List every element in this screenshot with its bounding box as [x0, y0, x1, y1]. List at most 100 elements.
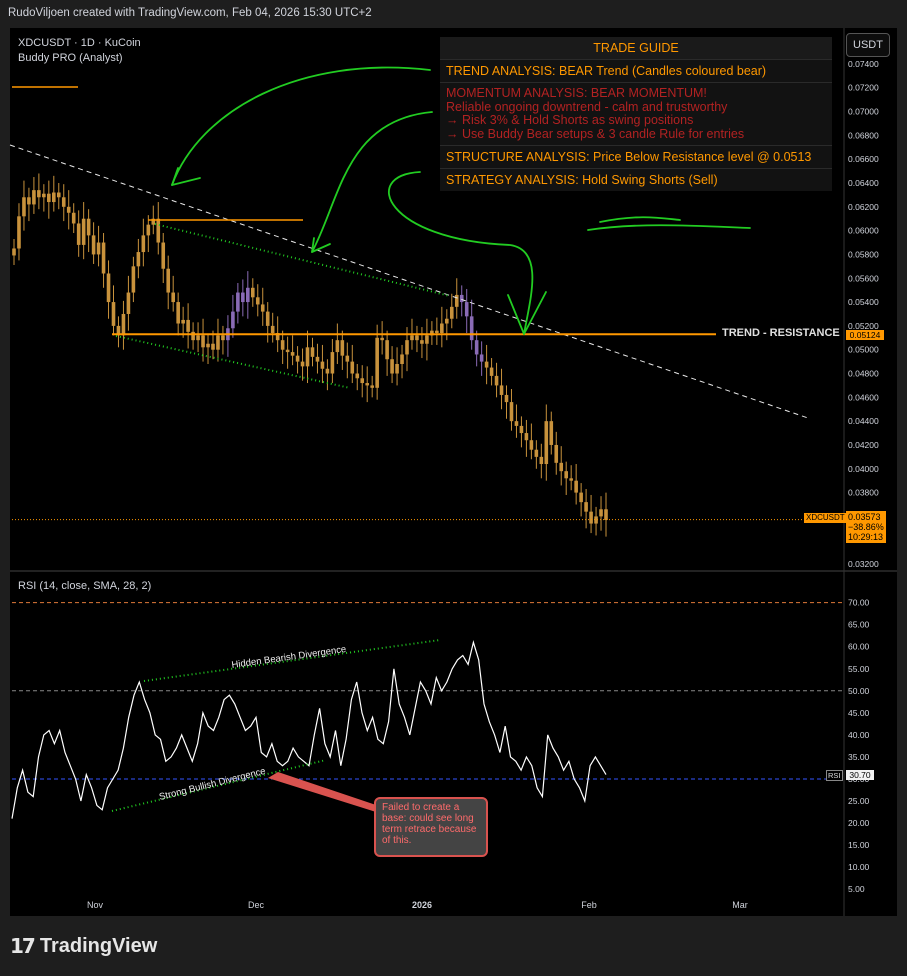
rsi-tick-label: 35.00	[848, 752, 870, 762]
candle-body	[564, 471, 569, 479]
price-tick-label: 0.06800	[848, 130, 879, 140]
candle-body	[265, 311, 270, 326]
time-tick-label: Feb	[581, 900, 597, 910]
price-tick-label: 0.05800	[848, 249, 879, 259]
candle-body	[161, 242, 166, 269]
candle-body	[484, 361, 489, 368]
candle-body	[81, 218, 86, 245]
candle-body	[405, 340, 409, 355]
candle-body	[106, 273, 111, 303]
candle-body	[474, 340, 479, 355]
candle-body	[216, 335, 220, 350]
candle-body	[494, 375, 499, 386]
candle-body	[589, 511, 593, 524]
candle-body	[86, 218, 91, 236]
tradingview-logo-icon: 17	[10, 934, 36, 958]
candle-body	[340, 340, 345, 356]
rsi-tick-label: 55.00	[848, 664, 870, 674]
currency-button[interactable]: USDT	[846, 33, 890, 57]
candle-body	[325, 368, 330, 374]
candle-body	[489, 367, 494, 376]
candle-body	[201, 335, 205, 348]
symbol-title: XDCUSDT · 1D · KuCoin	[18, 37, 141, 49]
momentum-line: MOMENTUM ANALYSIS: BEAR MOMENTUM!	[446, 86, 707, 100]
candle-body	[236, 292, 240, 312]
candle-body	[504, 394, 509, 403]
candle-body	[42, 193, 46, 198]
rsi-tick-label: 15.00	[848, 840, 870, 850]
candle-body	[12, 248, 16, 256]
rsi-tick-label: 45.00	[848, 708, 870, 718]
candle-body	[425, 335, 429, 344]
tradingview-wordmark: TradingView	[39, 934, 158, 957]
candle-body	[176, 302, 180, 324]
candle-body	[554, 444, 559, 463]
candle-body	[519, 425, 524, 434]
candle-body	[479, 354, 484, 362]
candle-body	[241, 292, 245, 303]
resistance-price-tag: 0.05124	[846, 330, 884, 340]
rsi-series-line	[11, 640, 607, 819]
rsi-tick-label: 25.00	[848, 796, 870, 806]
candle-body	[544, 421, 549, 465]
candle-body	[390, 359, 394, 374]
candle-body	[559, 462, 564, 472]
channel-top	[154, 223, 451, 297]
time-tick-label: Mar	[732, 900, 748, 910]
hidden-divergence-label: Hidden Bearish Divergence	[231, 644, 347, 671]
rsi-tick-label: 5.00	[848, 884, 865, 894]
bar-countdown: 10:29:13	[848, 532, 884, 542]
trade-guide-title: TRADE GUIDE	[440, 37, 832, 59]
candle-body	[395, 363, 399, 374]
candle-body	[524, 433, 529, 441]
candle-body	[17, 216, 21, 249]
candle-body	[370, 385, 374, 388]
candle-body	[410, 335, 414, 341]
candle-body	[435, 330, 439, 334]
rsi-tick-label: 60.00	[848, 642, 870, 652]
hand-drawn-arrow	[171, 66, 431, 186]
candle-body	[539, 456, 544, 465]
price-tick-label: 0.04600	[848, 392, 879, 402]
candle-body	[186, 319, 190, 332]
candle-body	[37, 190, 41, 198]
candle-body	[101, 242, 106, 274]
momentum-line: → Use Buddy Bear setups & 3 candle Rule …	[446, 126, 745, 141]
candle-body	[71, 212, 76, 224]
price-tick-label: 0.06000	[848, 226, 879, 236]
candle-body	[574, 480, 578, 493]
rsi-tick-label: 10.00	[848, 862, 870, 872]
candle-body	[529, 440, 534, 450]
candle-body	[509, 402, 514, 422]
time-tick-label: 2026	[412, 900, 432, 910]
candle-body	[335, 340, 340, 353]
callout-arrow	[268, 772, 376, 812]
hand-drawn-arrow	[311, 111, 433, 253]
candle-body	[280, 340, 285, 350]
price-tick-label: 0.07000	[848, 107, 879, 117]
channel-bottom	[115, 335, 351, 389]
rsi-tag-label: RSI	[826, 770, 843, 781]
candle-body	[579, 492, 583, 503]
candle-body	[569, 478, 573, 481]
candle-body	[47, 193, 51, 203]
time-tick-label: Nov	[87, 900, 104, 910]
candle-body	[270, 325, 275, 334]
candle-body	[51, 192, 56, 203]
candle-body	[96, 242, 101, 255]
hand-drawn-arrow	[587, 224, 751, 231]
price-change: −38.86%	[848, 522, 884, 532]
rsi-tick-label: 70.00	[848, 598, 870, 608]
candle-body	[320, 361, 325, 369]
rsi-tick-label: 65.00	[848, 620, 870, 630]
candle-body	[66, 206, 71, 213]
trend-analysis: TREND ANALYSIS: BEAR Trend (Candles colo…	[440, 59, 832, 82]
candle-body	[300, 361, 305, 367]
tradingview-logo[interactable]: 17 TradingView	[10, 934, 157, 958]
momentum-line: → Risk 3% & Hold Shorts as swing positio…	[446, 113, 694, 127]
price-tick-label: 0.03200	[848, 559, 879, 569]
candle-body	[599, 509, 603, 517]
price-tick-label: 0.05600	[848, 273, 879, 283]
rsi-tick-label: 50.00	[848, 686, 870, 696]
candle-body	[191, 331, 195, 341]
